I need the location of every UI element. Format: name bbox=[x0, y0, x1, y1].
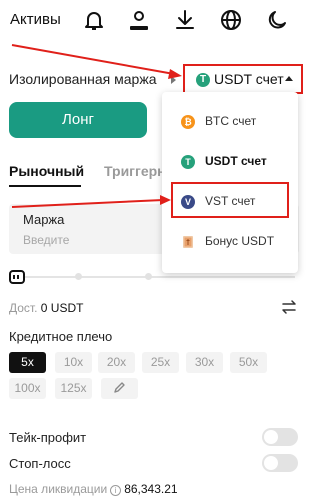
liquidation-label: Цена ликвидации bbox=[9, 482, 108, 496]
liquidation-price: Цена ликвидации i 86,343.21 bbox=[9, 482, 178, 496]
take-profit-label: Тейк-профит bbox=[9, 430, 87, 445]
slider-mark[interactable] bbox=[75, 273, 82, 280]
take-profit-toggle[interactable] bbox=[262, 428, 298, 446]
dropdown-item-label: Бонус USDT bbox=[205, 234, 275, 248]
transfer-icon[interactable] bbox=[281, 299, 297, 315]
leverage-option-10x[interactable]: 10x bbox=[55, 352, 92, 373]
stop-loss-row: Стоп-лосс bbox=[9, 453, 299, 473]
dropdown-item-usdt[interactable]: T USDT счет bbox=[162, 144, 298, 180]
dropdown-item-label: BTC счет bbox=[205, 114, 257, 128]
leverage-option-20x[interactable]: 20x bbox=[98, 352, 135, 373]
user-icon[interactable] bbox=[127, 8, 151, 32]
usdt-coin-icon: T bbox=[181, 155, 195, 169]
dropdown-item-btc[interactable]: ₿ BTC счет bbox=[162, 104, 298, 140]
page-title: Активы bbox=[10, 11, 61, 28]
dropdown-item-label: USDT счет bbox=[205, 154, 267, 168]
slider-handle[interactable] bbox=[9, 270, 25, 284]
info-icon[interactable]: i bbox=[110, 485, 122, 496]
leverage-option-5x[interactable]: 5x bbox=[9, 352, 46, 373]
top-bar: Активы bbox=[0, 0, 312, 42]
vst-highlight-box bbox=[171, 182, 289, 218]
margin-input[interactable] bbox=[23, 231, 163, 249]
margin-mode-selector[interactable]: Изолированная маржа bbox=[9, 71, 157, 87]
leverage-option-100x[interactable]: 100x bbox=[9, 378, 46, 399]
stop-loss-toggle[interactable] bbox=[262, 454, 298, 472]
slider-track[interactable] bbox=[15, 276, 295, 278]
tab-trigger[interactable]: Триггерн bbox=[104, 163, 166, 179]
caret-up-icon bbox=[285, 76, 293, 81]
leverage-option-50x[interactable]: 50x bbox=[230, 352, 267, 373]
active-tab-underline bbox=[9, 185, 81, 187]
moon-icon[interactable] bbox=[265, 8, 289, 32]
bonus-coupon-icon bbox=[183, 236, 193, 248]
liquidation-value: 86,343.21 bbox=[124, 482, 178, 496]
tab-market[interactable]: Рыночный bbox=[9, 163, 84, 179]
btc-coin-icon: ₿ bbox=[181, 115, 195, 129]
leverage-edit-button[interactable] bbox=[101, 378, 138, 399]
leverage-option-30x[interactable]: 30x bbox=[186, 352, 223, 373]
account-selector-label: USDT счет bbox=[214, 71, 284, 87]
take-profit-row: Тейк-профит bbox=[9, 427, 299, 447]
margin-field-label: Маржа bbox=[23, 212, 65, 227]
pencil-icon bbox=[114, 382, 125, 393]
leverage-title: Кредитное плечо bbox=[9, 329, 113, 344]
leverage-option-125x[interactable]: 125x bbox=[55, 378, 92, 399]
long-button[interactable]: Лонг bbox=[9, 102, 147, 138]
download-icon[interactable] bbox=[173, 8, 197, 32]
dropdown-item-bonus[interactable]: Бонус USDT bbox=[162, 224, 298, 260]
available-balance: Дост. 0 USDT bbox=[9, 301, 83, 315]
usdt-coin-icon: T bbox=[196, 73, 210, 87]
slider-mark[interactable] bbox=[145, 273, 152, 280]
globe-icon[interactable] bbox=[219, 8, 243, 32]
stop-loss-label: Стоп-лосс bbox=[9, 456, 71, 471]
available-value: 0 USDT bbox=[40, 301, 84, 315]
account-selector[interactable]: T USDT счет bbox=[183, 64, 303, 94]
leverage-option-25x[interactable]: 25x bbox=[142, 352, 179, 373]
available-label: Дост. bbox=[9, 301, 38, 315]
bell-icon[interactable] bbox=[82, 8, 106, 32]
caret-right-icon bbox=[171, 76, 176, 84]
